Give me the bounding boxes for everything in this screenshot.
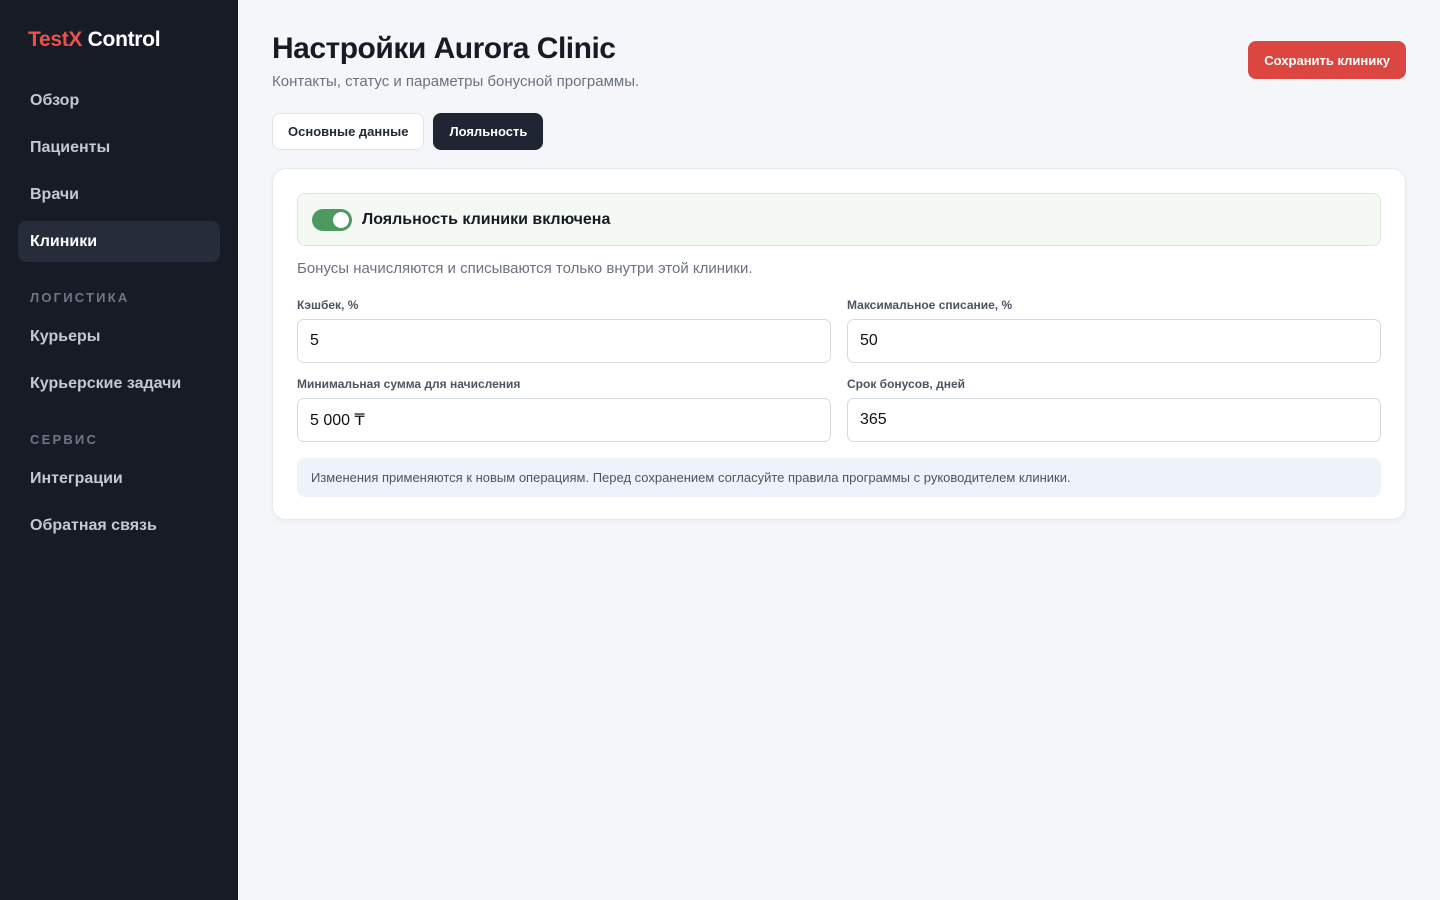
min-amount-input[interactable] [297, 398, 831, 442]
sidebar-item-overview[interactable]: Обзор [18, 80, 220, 121]
brand-logo-part2: Control [82, 28, 161, 51]
min-amount-field-group: Минимальная сумма для начисления [297, 377, 831, 442]
sidebar-item-doctors[interactable]: Врачи [18, 174, 220, 215]
bonus-term-input[interactable] [847, 398, 1381, 442]
loyalty-fields-grid: Кэшбек, % Максимальное списание, % Миним… [297, 298, 1381, 442]
page-title: Настройки Aurora Clinic [272, 32, 616, 65]
loyalty-toggle-row: Лояльность клиники включена [297, 193, 1381, 246]
max-writeoff-field-group: Максимальное списание, % [847, 298, 1381, 363]
sidebar-section-service: Сервис [30, 432, 99, 447]
bonus-term-field-group: Срок бонусов, дней [847, 377, 1381, 442]
max-writeoff-label: Максимальное списание, % [847, 298, 1013, 312]
loyalty-toggle-label: Лояльность клиники включена [362, 210, 611, 228]
bonus-term-label: Срок бонусов, дней [847, 377, 965, 391]
brand-logo-part1: TestX [28, 28, 83, 51]
sidebar-item-couriers[interactable]: Курьеры [18, 316, 220, 357]
cashback-field-group: Кэшбек, % [297, 298, 831, 363]
tab-loyalty[interactable]: Лояльность [433, 113, 544, 150]
sidebar-item-clinics[interactable]: Клиники [18, 221, 220, 262]
info-notice: Изменения применяются к новым операциям.… [297, 458, 1381, 497]
max-writeoff-input[interactable] [847, 319, 1381, 363]
loyalty-card: Лояльность клиники включена Бонусы начис… [272, 168, 1406, 520]
sidebar-item-feedback[interactable]: Обратная связь [18, 505, 220, 546]
sidebar-item-courier-tasks[interactable]: Курьерские задачи [18, 363, 220, 404]
sidebar: TestX Control Обзор Пациенты Врачи Клини… [0, 0, 238, 900]
sidebar-section-logistics: Логистика [30, 290, 130, 305]
brand-logo[interactable]: TestX Control [18, 28, 220, 54]
sidebar-item-patients[interactable]: Пациенты [18, 127, 220, 168]
page-subtitle: Контакты, статус и параметры бонусной пр… [272, 73, 640, 90]
save-clinic-button[interactable]: Сохранить клинику [1248, 41, 1406, 79]
toggle-knob [333, 211, 349, 228]
tab-bar: Основные данные Лояльность [272, 113, 544, 150]
loyalty-toggle-switch[interactable] [312, 208, 352, 231]
tab-basic-data[interactable]: Основные данные [272, 113, 425, 150]
min-amount-label: Минимальная сумма для начисления [297, 377, 521, 391]
loyalty-help-text: Бонусы начисляются и списываются только … [297, 260, 753, 277]
sidebar-item-integrations[interactable]: Интеграции [18, 458, 220, 499]
cashback-input[interactable] [297, 319, 831, 363]
cashback-label: Кэшбек, % [297, 298, 359, 312]
